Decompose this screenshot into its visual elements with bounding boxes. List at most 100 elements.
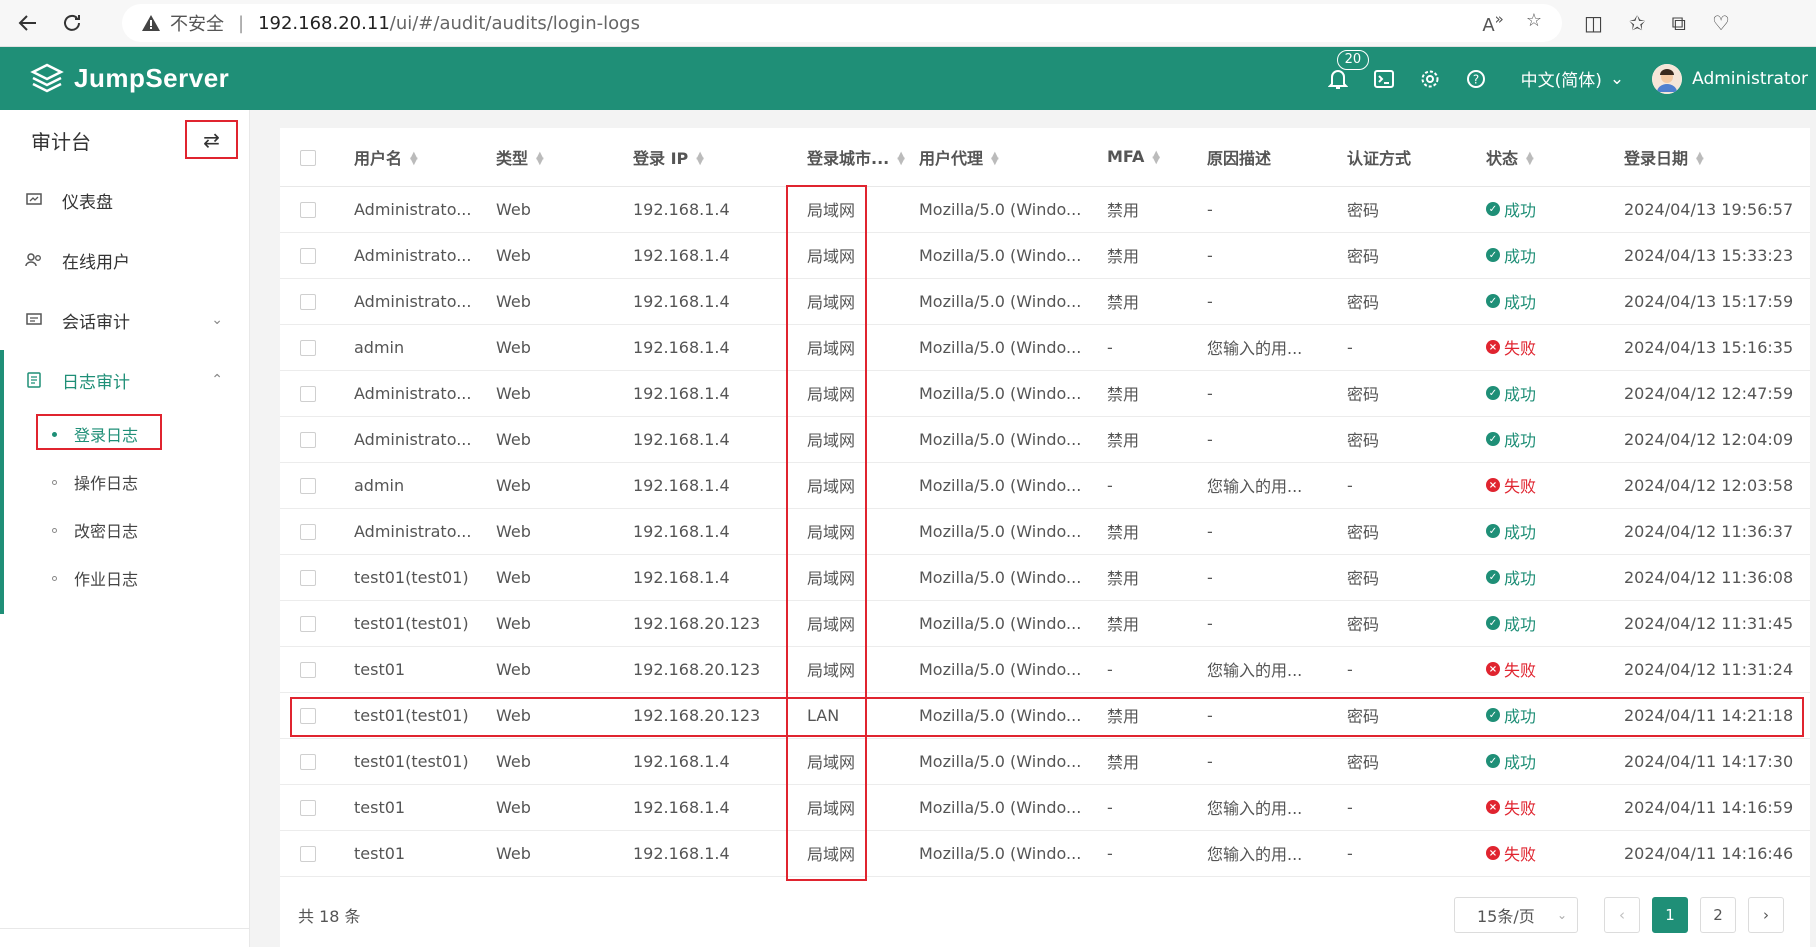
column-header[interactable]: 状态 ▲ ▼: [1486, 128, 1624, 187]
back-icon[interactable]: [8, 3, 48, 43]
favorite-star-icon[interactable]: ☆: [1526, 10, 1542, 36]
column-header[interactable]: MFA ▲ ▼: [1107, 128, 1207, 187]
prev-page-button[interactable]: ‹: [1604, 896, 1640, 933]
help-icon[interactable]: ?: [1453, 47, 1499, 110]
favorites-icon[interactable]: ✩: [1629, 11, 1646, 35]
app-header: JumpServer 20 ? 中文(简体) ⌄ Administrator: [0, 47, 1816, 110]
sort-icon[interactable]: ▲ ▼: [536, 151, 544, 167]
row-checkbox[interactable]: [300, 524, 316, 540]
row-checkbox[interactable]: [300, 708, 316, 724]
row-checkbox[interactable]: [300, 616, 316, 632]
cell-status: ✓ 成功: [1486, 738, 1624, 785]
status-badge: ✓ 成功: [1486, 381, 1536, 405]
address-bar[interactable]: 不安全 | 192.168.20.11 /ui/#/audit/audits/l…: [122, 4, 1562, 42]
collections-icon[interactable]: ⧉: [1672, 11, 1686, 35]
cell-type: Web: [496, 278, 633, 325]
cell-user: test01: [354, 784, 496, 831]
chevron-right-icon: ›: [1763, 905, 1769, 924]
row-checkbox[interactable]: [300, 248, 316, 264]
sort-icon[interactable]: ▲ ▼: [696, 151, 704, 167]
row-checkbox[interactable]: [300, 662, 316, 678]
row-checkbox[interactable]: [300, 570, 316, 586]
cell-agent: Mozilla/5.0 (Windo...: [919, 784, 1107, 831]
cell-user: test01(test01): [354, 554, 496, 601]
reload-icon[interactable]: [52, 3, 92, 43]
sidebar-subitem-job-logs[interactable]: 作业日志: [0, 554, 249, 602]
cell-agent: Mozilla/5.0 (Windo...: [919, 370, 1107, 417]
table-row: test01(test01) Web 192.168.1.4 局域网 Mozilla/5…: [280, 554, 1810, 601]
sort-icon[interactable]: ▲ ▼: [1696, 151, 1704, 167]
browser-essentials-icon[interactable]: ♡: [1712, 11, 1730, 35]
check-circle-icon: ✓: [1486, 524, 1500, 539]
row-checkbox[interactable]: [300, 754, 316, 770]
column-header[interactable]: 登录 IP ▲ ▼: [633, 128, 807, 187]
read-aloud-icon[interactable]: A»: [1482, 10, 1504, 36]
split-screen-icon[interactable]: ◫: [1584, 11, 1603, 35]
cell-agent: Mozilla/5.0 (Windo...: [919, 600, 1107, 647]
cell-ip: 192.168.1.4: [633, 186, 807, 233]
cell-auth: 密码: [1347, 600, 1486, 647]
logo[interactable]: JumpServer: [30, 62, 229, 96]
switch-view-button[interactable]: ⇄: [185, 120, 238, 159]
cell-type: Web: [496, 186, 633, 233]
cell-date: 2024/04/12 11:36:08: [1624, 554, 1810, 601]
language-selector[interactable]: 中文(简体) ⌄: [1521, 66, 1625, 92]
column-header[interactable]: 类型 ▲ ▼: [496, 128, 633, 187]
sidebar-subitem-operate-logs[interactable]: 操作日志: [0, 458, 249, 506]
table-row: admin Web 192.168.1.4 局域网 Mozilla/5.0 (Windo…: [280, 462, 1810, 509]
column-header[interactable]: 登录日期 ▲ ▼: [1624, 128, 1810, 187]
row-checkbox[interactable]: [300, 800, 316, 816]
column-header[interactable]: 登录城市... ▲ ▼: [807, 128, 919, 187]
sidebar-item-dashboard[interactable]: 仪表盘: [0, 170, 249, 230]
status-label: 成功: [1504, 569, 1537, 589]
cell-agent: Mozilla/5.0 (Windo...: [919, 278, 1107, 325]
sidebar-header: 审计台 ⇄: [0, 110, 249, 170]
sidebar-item-online-users[interactable]: 在线用户: [0, 230, 249, 290]
settings-gear-icon[interactable]: [1407, 47, 1453, 110]
next-page-button[interactable]: ›: [1748, 896, 1784, 933]
cell-status: × 失败: [1486, 646, 1624, 693]
table-row: Administrato... Web 192.168.1.4 局域网 Mozilla/…: [280, 186, 1810, 233]
row-checkbox[interactable]: [300, 846, 316, 862]
page-size-select[interactable]: 15条/页 ⌄: [1454, 896, 1578, 933]
sidebar-subitem-password-change-logs[interactable]: 改密日志: [0, 506, 249, 554]
chevron-down-icon: ⌄: [1556, 907, 1567, 922]
sidebar-item-log-audit[interactable]: 日志审计 ⌃: [0, 350, 249, 410]
sidebar-subitem-login-logs[interactable]: 登录日志: [0, 410, 249, 458]
row-checkbox[interactable]: [300, 478, 316, 494]
row-checkbox[interactable]: [300, 386, 316, 402]
notification-bell-icon[interactable]: 20: [1315, 47, 1370, 110]
row-checkbox[interactable]: [300, 432, 316, 448]
select-all-checkbox[interactable]: [300, 149, 316, 166]
row-checkbox[interactable]: [300, 340, 316, 356]
row-checkbox[interactable]: [300, 294, 316, 310]
column-header[interactable]: 用户名 ▲ ▼: [354, 128, 496, 187]
status-label: 成功: [1504, 523, 1537, 543]
cell-user: test01(test01): [354, 738, 496, 785]
user-menu[interactable]: Administrator: [1652, 63, 1808, 94]
column-header[interactable]: 用户代理 ▲ ▼: [919, 128, 1107, 187]
cell-status: ✓ 成功: [1486, 186, 1624, 233]
pager: 15条/页 ⌄ ‹ 1 2 ›: [1454, 896, 1784, 933]
sort-icon[interactable]: ▲ ▼: [1526, 151, 1534, 167]
page-button[interactable]: 1: [1652, 896, 1688, 933]
status-badge: × 失败: [1486, 335, 1536, 359]
cell-status: ✓ 成功: [1486, 416, 1624, 463]
cell-user: Administrato...: [354, 232, 496, 279]
cell-status: ✓ 成功: [1486, 600, 1624, 647]
cell-auth: 密码: [1347, 278, 1486, 325]
sort-icon[interactable]: ▲ ▼: [410, 151, 418, 167]
status-label: 成功: [1504, 707, 1537, 727]
terminal-icon[interactable]: [1361, 47, 1407, 110]
row-select-cell: [280, 232, 354, 279]
logo-icon: [30, 63, 64, 92]
sidebar-item-session-audit[interactable]: 会话审计 ⌄: [0, 290, 249, 350]
sort-icon[interactable]: ▲ ▼: [1152, 149, 1160, 165]
sort-icon[interactable]: ▲ ▼: [991, 151, 999, 167]
row-select-cell: [280, 554, 354, 601]
page-button[interactable]: 2: [1700, 896, 1736, 933]
chevron-left-icon: ‹: [1619, 905, 1625, 924]
sort-icon[interactable]: ▲ ▼: [897, 151, 905, 167]
row-checkbox[interactable]: [300, 202, 316, 218]
cell-date: 2024/04/13 15:33:23: [1624, 232, 1810, 279]
